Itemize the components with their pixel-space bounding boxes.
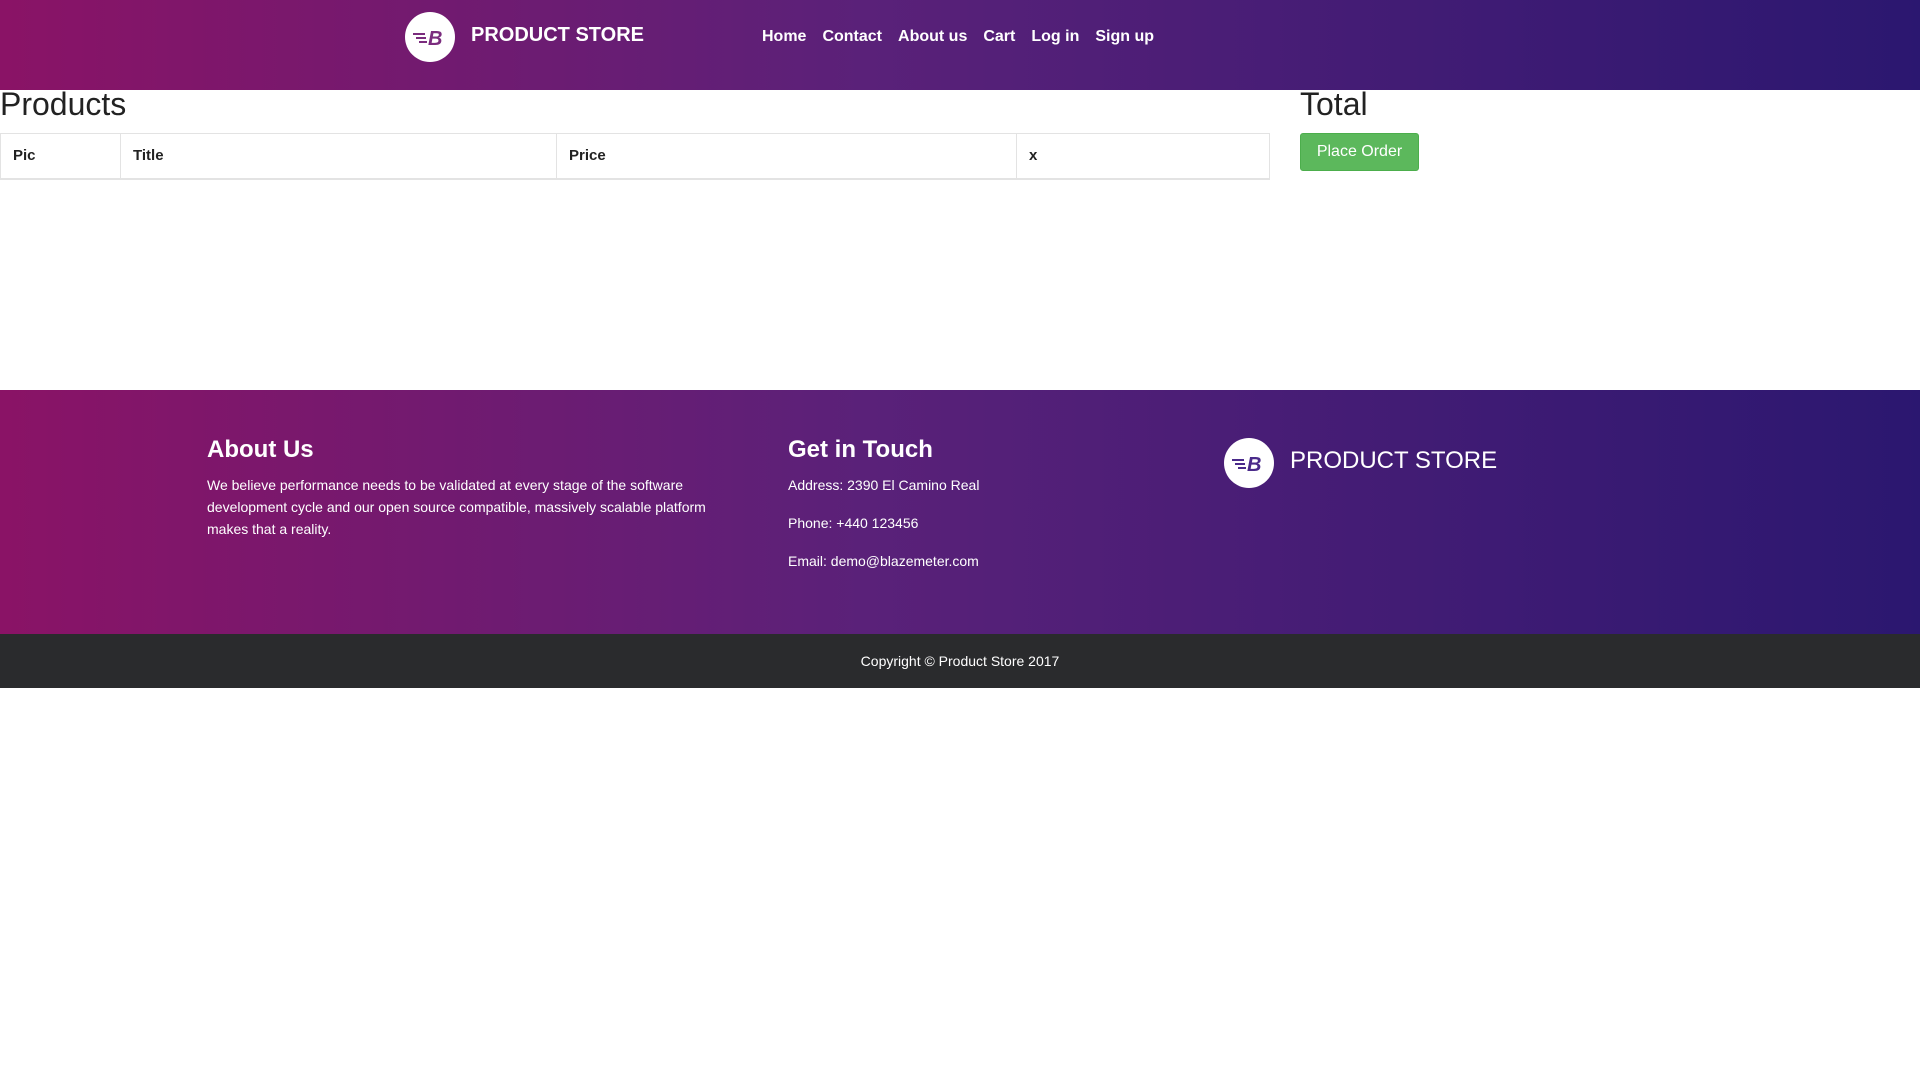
nav-contact[interactable]: Contact [822, 27, 882, 47]
contact-email: Email: demo@blazemeter.com [788, 553, 979, 569]
svg-text:B: B [428, 28, 442, 49]
nav-about-us[interactable]: About us [898, 27, 967, 47]
get-in-touch-section: Get in Touch Address: 2390 El Camino Rea… [788, 436, 1168, 572]
cart-table: Pic Title Price x [0, 133, 1270, 180]
nav-log-in[interactable]: Log in [1031, 27, 1079, 47]
footer-brand: B PRODUCT STORE [1224, 438, 1497, 488]
table-header-row: Pic Title Price x [0, 133, 1270, 180]
about-us-heading: About Us [207, 436, 314, 463]
brand-name[interactable]: PRODUCT STORE [471, 24, 644, 47]
contact-address: Address: 2390 El Camino Real [788, 477, 980, 493]
copyright-text: Copyright © Product Store 2017 [860, 653, 1060, 669]
column-price: Price [556, 133, 1017, 180]
nav-sign-up[interactable]: Sign up [1095, 27, 1154, 47]
copyright-bar: Copyright © Product Store 2017 [0, 634, 1920, 688]
main-nav: Home Contact About us Cart Log in Sign u… [762, 27, 1170, 47]
top-navbar: B PRODUCT STORE Home Contact About us Ca… [0, 0, 1920, 90]
brand-link[interactable]: B PRODUCT STORE [405, 12, 644, 62]
get-in-touch-heading: Get in Touch [788, 436, 933, 463]
svg-text:B: B [1247, 454, 1261, 475]
blazemeter-logo-icon: B [1224, 438, 1274, 488]
column-pic: Pic [0, 133, 121, 180]
about-us-section: About Us We believe performance needs to… [207, 436, 747, 540]
blazemeter-logo-icon: B [405, 12, 455, 62]
total-heading: Total [1300, 86, 1368, 122]
footer-brand-name: PRODUCT STORE [1290, 447, 1498, 474]
nav-home[interactable]: Home [762, 27, 806, 47]
column-delete: x [1016, 133, 1270, 180]
place-order-button[interactable]: Place Order [1300, 133, 1419, 171]
footer: About Us We believe performance needs to… [0, 390, 1920, 634]
contact-phone: Phone: +440 123456 [788, 515, 919, 531]
column-title: Title [120, 133, 557, 180]
products-heading: Products [0, 86, 127, 122]
nav-cart[interactable]: Cart [983, 27, 1015, 47]
about-us-text: We believe performance needs to be valid… [207, 477, 706, 537]
